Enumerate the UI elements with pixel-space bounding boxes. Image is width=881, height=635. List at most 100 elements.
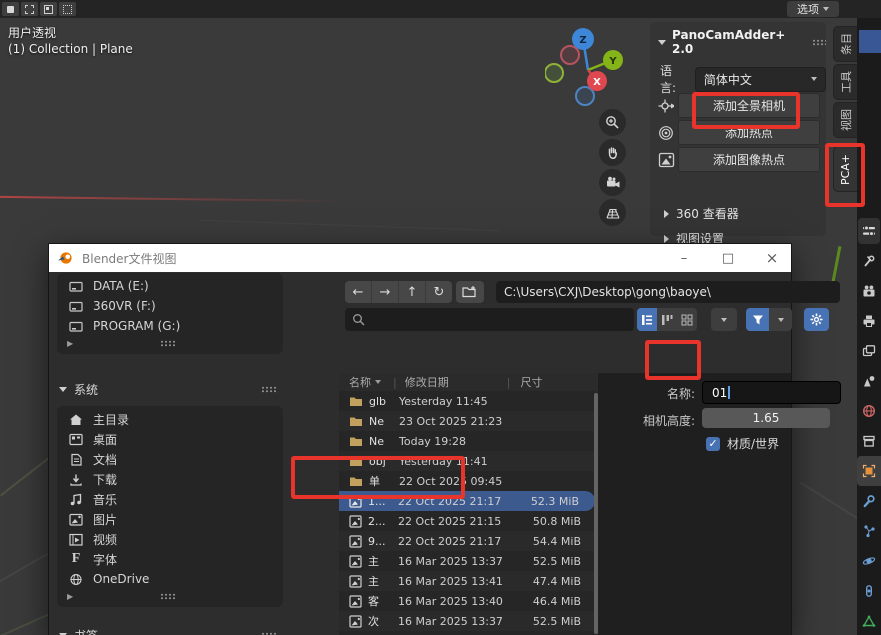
search-input[interactable] bbox=[345, 308, 634, 331]
file-row[interactable]: 次16 Mar 2025 13:3752.5 MiB bbox=[339, 611, 597, 631]
folder-icon bbox=[349, 395, 363, 407]
column-size[interactable]: 尺寸 bbox=[520, 374, 542, 390]
path-input[interactable]: C:\Users\CXJ\Desktop\gong\baoye\ bbox=[496, 281, 840, 303]
filter-settings-button[interactable] bbox=[804, 308, 829, 331]
modifiers-icon[interactable] bbox=[857, 486, 881, 516]
volume-item[interactable]: 360VR (F:) bbox=[57, 296, 283, 316]
outliner-selected-row[interactable] bbox=[859, 30, 881, 53]
column-date[interactable]: 修改日期 bbox=[405, 374, 449, 390]
constraints-icon[interactable] bbox=[857, 576, 881, 606]
tab-tool[interactable]: 工具 bbox=[833, 64, 857, 100]
dialog-titlebar[interactable]: Blender文件视图 – □ × bbox=[49, 244, 791, 272]
maximize-button[interactable]: □ bbox=[711, 244, 745, 272]
material-world-checkbox[interactable]: ✓ bbox=[706, 437, 720, 451]
pan-button[interactable] bbox=[599, 139, 626, 166]
physics-icon[interactable] bbox=[857, 546, 881, 576]
tool-settings-icon[interactable] bbox=[858, 218, 880, 244]
filter-dropdown[interactable] bbox=[769, 308, 792, 331]
options-menu-button[interactable]: 选项 bbox=[787, 1, 839, 17]
folder-icon bbox=[349, 475, 363, 487]
select-mode-intersect-icon[interactable] bbox=[59, 2, 76, 16]
display-options-dropdown[interactable] bbox=[711, 308, 737, 331]
refresh-button[interactable]: ↻ bbox=[426, 281, 452, 303]
column-name[interactable]: 名称 bbox=[349, 374, 371, 390]
camera-height-field[interactable]: 1.65 bbox=[702, 408, 830, 428]
sidebar-item-desktop[interactable]: 桌面 bbox=[57, 429, 283, 449]
output-icon[interactable] bbox=[857, 306, 881, 336]
particles-icon[interactable] bbox=[857, 516, 881, 546]
display-vertical-list-button[interactable] bbox=[637, 308, 657, 331]
file-row[interactable]: Ne23 Oct 2025 21:23 bbox=[339, 411, 597, 431]
add-hotspot-button[interactable]: 添加热点 bbox=[678, 120, 820, 145]
collection-icon[interactable] bbox=[857, 426, 881, 456]
tab-view[interactable]: 视图 bbox=[833, 102, 857, 138]
file-row[interactable]: 单22 Oct 2025 09:45 bbox=[339, 471, 597, 491]
back-button[interactable]: ← bbox=[345, 281, 372, 303]
image-file-icon bbox=[349, 535, 362, 548]
navigation-gizmo[interactable]: Z Y X bbox=[545, 25, 637, 117]
up-button[interactable]: ↑ bbox=[399, 281, 426, 303]
file-row[interactable]: 次16 Mar 2025 13:3748.2 MiB bbox=[339, 631, 597, 635]
volume-item[interactable]: DATA (E:) bbox=[57, 276, 283, 296]
select-mode-extend-icon[interactable] bbox=[21, 2, 38, 16]
scene-icon[interactable] bbox=[857, 366, 881, 396]
bookmarks-section-header[interactable]: 书签 bbox=[59, 627, 277, 635]
file-row[interactable]: 主16 Mar 2025 13:3752.5 MiB bbox=[339, 551, 597, 571]
file-row[interactable]: 主16 Mar 2025 13:4147.4 MiB bbox=[339, 571, 597, 591]
sidebar-item-pictures[interactable]: 图片 bbox=[57, 509, 283, 529]
panocamadder-panel: PanoCamAdder+ 2.0 语言: 简体中文 添加全景相机 bbox=[650, 22, 826, 236]
world-icon[interactable] bbox=[857, 396, 881, 426]
render-icon[interactable] bbox=[857, 276, 881, 306]
volume-item[interactable]: PROGRAM (G:) bbox=[57, 316, 283, 336]
view-layer-icon[interactable] bbox=[857, 336, 881, 366]
tab-item[interactable]: 条目 bbox=[833, 26, 857, 62]
sidebar-item-videos[interactable]: 视频 bbox=[57, 529, 283, 549]
horizontal-list-icon bbox=[661, 314, 673, 326]
object-properties-icon[interactable] bbox=[857, 456, 881, 486]
gizmo-neg-x[interactable] bbox=[561, 46, 579, 64]
select-mode-subtract-icon[interactable] bbox=[40, 2, 57, 16]
add-pano-camera-button[interactable]: 添加全景相机 bbox=[678, 93, 820, 118]
sidebar-item-onedrive[interactable]: OneDrive bbox=[57, 569, 283, 589]
sidebar-item-documents[interactable]: 文档 bbox=[57, 449, 283, 469]
grip-handle-icon[interactable] bbox=[160, 340, 176, 347]
expand-icon[interactable]: ▶ bbox=[67, 339, 73, 348]
select-mode-new-icon[interactable] bbox=[2, 2, 19, 16]
grip-handle-icon[interactable] bbox=[812, 39, 826, 46]
display-horizontal-list-button[interactable] bbox=[657, 308, 677, 331]
file-row[interactable]: 2...22 Oct 2025 21:1550.8 MiB bbox=[339, 511, 597, 531]
file-row[interactable]: glbYesterday 11:45 bbox=[339, 391, 597, 411]
display-thumbnails-button[interactable] bbox=[677, 308, 697, 331]
add-image-hotspot-button[interactable]: 添加图像热点 bbox=[678, 147, 820, 172]
object-data-icon[interactable] bbox=[857, 606, 881, 635]
name-input[interactable]: 01 bbox=[702, 381, 841, 404]
toggle-projection-button[interactable] bbox=[599, 199, 626, 226]
tab-pca-plus[interactable]: PCA+ bbox=[833, 146, 857, 192]
grip-handle-icon[interactable] bbox=[160, 593, 176, 600]
file-row[interactable]: NeToday 19:28 bbox=[339, 431, 597, 451]
new-folder-button[interactable] bbox=[456, 281, 484, 303]
sidebar-item-fonts[interactable]: F 字体 bbox=[57, 549, 283, 569]
filter-button[interactable] bbox=[746, 308, 769, 331]
gizmo-neg-z[interactable] bbox=[576, 87, 594, 105]
sidebar-item-music[interactable]: 音乐 bbox=[57, 489, 283, 509]
expand-icon[interactable]: ▶ bbox=[67, 592, 73, 601]
language-dropdown[interactable]: 简体中文 bbox=[695, 67, 826, 92]
file-row-selected[interactable]: 1...22 Oct 2025 21:1752.3 MiB bbox=[339, 491, 595, 511]
file-row[interactable]: 9...22 Oct 2025 21:1754.4 MiB bbox=[339, 531, 597, 551]
panel-title: PanoCamAdder+ 2.0 bbox=[672, 28, 792, 56]
file-row[interactable]: 客16 Mar 2025 13:4046.4 MiB bbox=[339, 591, 597, 611]
close-button[interactable]: × bbox=[755, 244, 789, 272]
tool-icon[interactable] bbox=[857, 246, 881, 276]
sidebar-item-home[interactable]: 主目录 bbox=[57, 409, 283, 429]
file-row[interactable]: objYesterday 11:41 bbox=[339, 451, 597, 471]
zoom-button[interactable] bbox=[599, 109, 626, 136]
collapse-icon[interactable] bbox=[658, 40, 666, 45]
minimize-button[interactable]: – bbox=[667, 244, 701, 272]
camera-view-button[interactable] bbox=[599, 169, 626, 196]
gizmo-neg-y[interactable] bbox=[545, 64, 563, 82]
system-section-header[interactable]: 系统 bbox=[59, 381, 277, 398]
viewer-360-section[interactable]: 360 查看器 bbox=[664, 205, 739, 222]
sidebar-item-downloads[interactable]: 下载 bbox=[57, 469, 283, 489]
forward-button[interactable]: → bbox=[372, 281, 399, 303]
